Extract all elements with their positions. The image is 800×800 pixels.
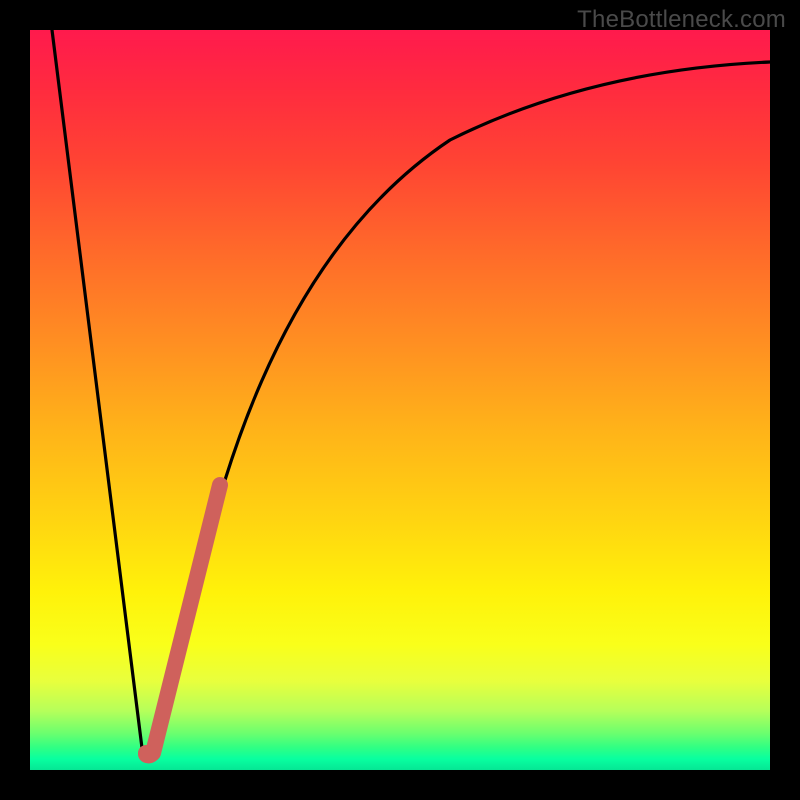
- highlight-segment: [146, 485, 220, 756]
- chart-frame: TheBottleneck.com: [0, 0, 800, 800]
- chart-svg: [30, 30, 770, 770]
- bottleneck-curve: [52, 30, 770, 754]
- plot-area: [30, 30, 770, 770]
- watermark-text: TheBottleneck.com: [577, 6, 786, 34]
- highlight-bottom-dot: [138, 745, 156, 763]
